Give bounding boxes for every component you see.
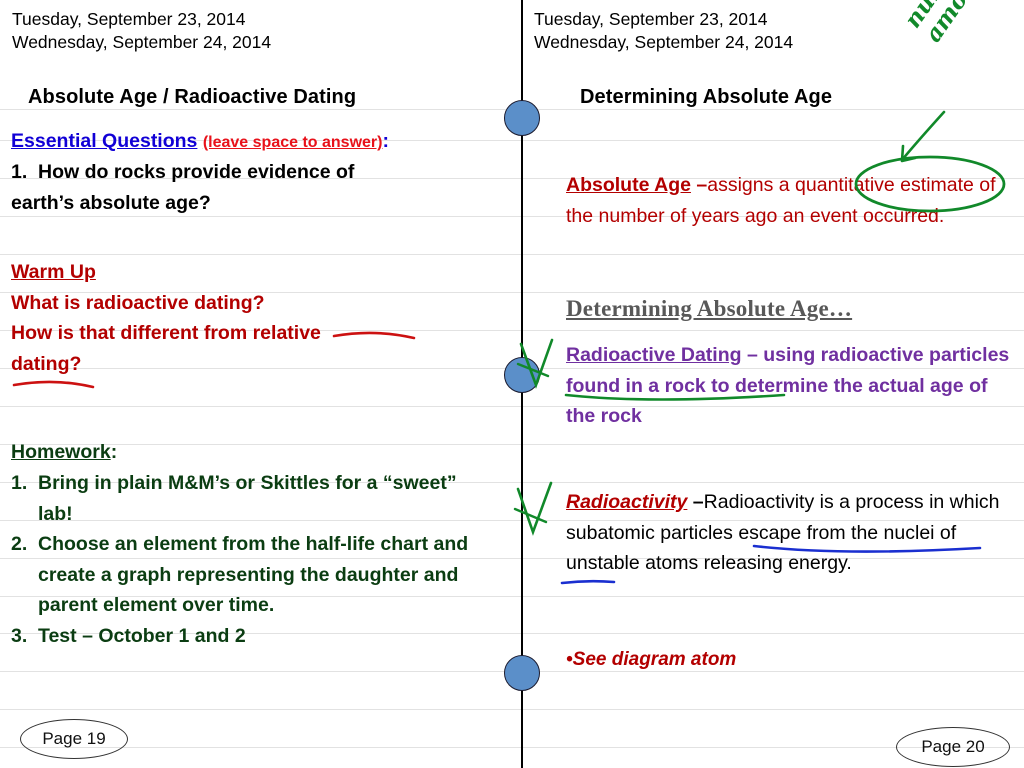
page-number-right: Page 20 — [896, 727, 1010, 767]
homework-item-text: Test – October 1 and 2 — [38, 624, 246, 647]
homework-label: Homework — [11, 441, 111, 463]
page-number-left: Page 19 — [20, 719, 128, 759]
homework-item-number: 2. — [11, 533, 28, 555]
handwritten-note-numerical-amount: numerical amount — [899, 0, 1016, 47]
radioactive-dating-block: Radioactive Dating – using radioactive p… — [566, 340, 1021, 432]
left-datestamp: Tuesday, September 23, 2014 Wednesday, S… — [12, 9, 272, 52]
radioactive-dating-dash: – — [746, 344, 758, 366]
essential-question-1: 1. How do rocks provide evidence of eart… — [11, 157, 501, 218]
homework-item: 3. Test – October 1 and 2 — [11, 621, 496, 652]
warmup-label: Warm Up — [11, 261, 96, 283]
right-datestamp: Tuesday, September 23, 2014 Wednesday, S… — [534, 9, 794, 52]
radioactive-dating-term: Radioactive Dating — [566, 344, 742, 366]
homework-heading: Homework: — [11, 437, 117, 468]
green-checkmark-2 — [516, 481, 553, 536]
red-underline-dating — [12, 380, 95, 389]
homework-item: 1. Bring in plain M&M’s or Skittles for … — [11, 468, 496, 529]
homework-colon: : — [110, 441, 118, 463]
absolute-age-term: Absolute Age — [566, 174, 691, 196]
radioactivity-block: Radioactivity –Radioactivity is a proces… — [566, 487, 1024, 579]
blue-underline-escape — [560, 579, 616, 585]
green-arrow-to-circle — [900, 110, 946, 162]
essential-question-1-number: 1. — [11, 161, 28, 183]
warmup-line3: dating? — [11, 352, 82, 375]
homework-item-number: 1. — [11, 472, 28, 494]
green-arrowhead — [900, 144, 917, 163]
essential-question-1-line2: earth’s absolute age? — [11, 191, 211, 214]
homework-item-text: Bring in plain M&M’s or Skittles for a “… — [38, 472, 457, 525]
binder-bead-middle — [504, 357, 540, 393]
radioactivity-term: Radioactivity — [566, 491, 688, 513]
essential-questions-colon: : — [382, 130, 389, 152]
warmup-line2: How is that different from relative — [11, 322, 321, 344]
essential-questions-note: (leave space to answer) — [202, 134, 383, 151]
essential-questions-label: Essential Questions — [11, 130, 198, 152]
warmup-block: Warm Up What is radioactive dating? How … — [11, 257, 501, 379]
absolute-age-block: Absolute Age –assigns a quantitative est… — [566, 170, 1016, 231]
homework-item: 2. Choose an element from the half-life … — [11, 529, 496, 621]
determining-absolute-age-heading: Determining Absolute Age… — [566, 296, 853, 321]
binder-bead-bottom — [504, 655, 540, 691]
binder-bead-top — [504, 100, 540, 136]
see-diagram-note: •See diagram atom — [566, 645, 736, 676]
warmup-line1: What is radioactive dating? — [11, 291, 265, 314]
homework-item-number: 3. — [11, 624, 28, 647]
radioactivity-dash: – — [692, 491, 704, 513]
absolute-age-dash: – — [696, 174, 708, 196]
left-slide-title: Absolute Age / Radioactive Dating — [28, 86, 357, 108]
green-checkmark-2-cross — [513, 507, 548, 524]
slide-page: Tuesday, September 23, 2014 Wednesday, S… — [0, 0, 1024, 768]
homework-item-text: Choose an element from the half-life cha… — [38, 533, 469, 616]
see-diagram-text: •See diagram atom — [566, 649, 737, 670]
homework-list: 1. Bring in plain M&M’s or Skittles for … — [11, 468, 496, 651]
essential-questions-block: Essential Questions (leave space to answ… — [11, 126, 501, 159]
right-slide-title: Determining Absolute Age — [580, 86, 833, 108]
essential-question-1-line1: How do rocks provide evidence of — [38, 161, 355, 183]
